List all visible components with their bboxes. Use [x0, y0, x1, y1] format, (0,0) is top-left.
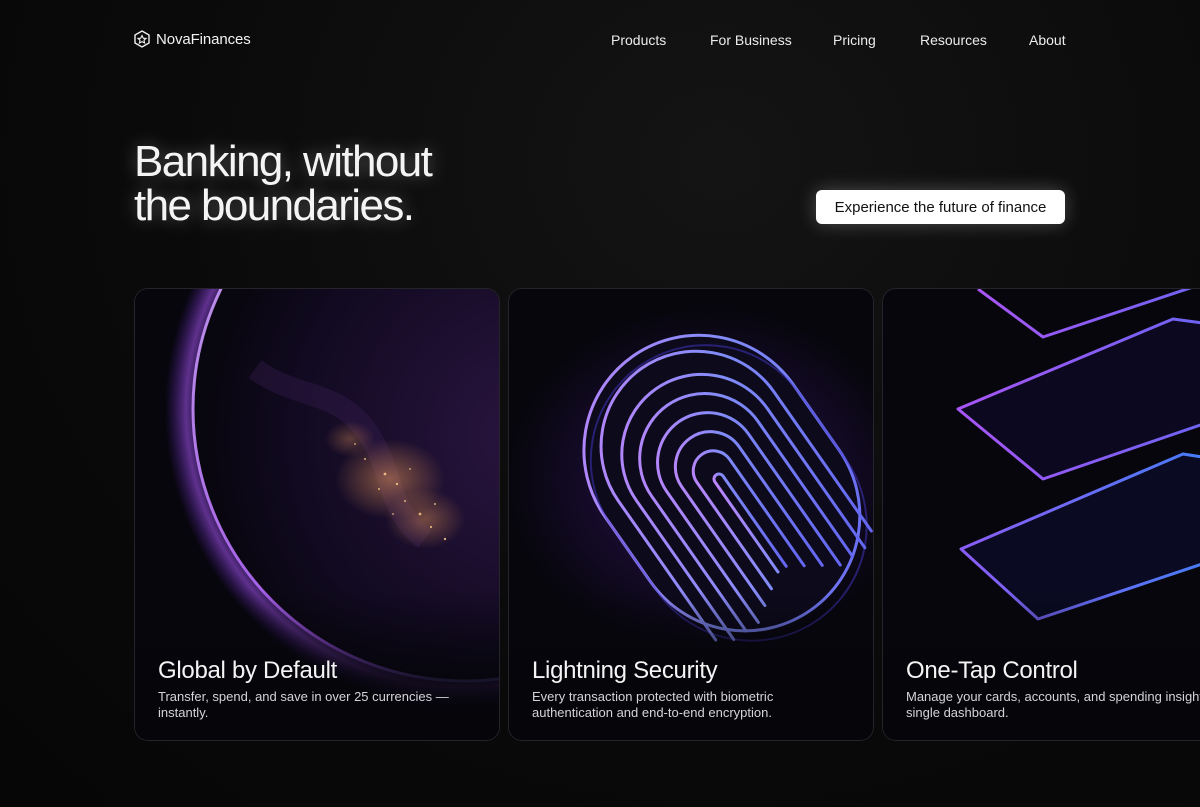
card-title: Global by Default: [158, 657, 338, 684]
nav-item-for-business[interactable]: For Business: [710, 32, 792, 48]
cta-button[interactable]: Experience the future of finance: [816, 190, 1065, 224]
card-description: Every transaction protected with biometr…: [532, 689, 774, 720]
feature-card-control[interactable]: One-Tap Control Manage your cards, accou…: [882, 288, 1200, 741]
hero-title-line-1: Banking, without: [134, 137, 433, 186]
card-title: One-Tap Control: [906, 657, 1078, 684]
nav-item-about[interactable]: About: [1029, 32, 1066, 48]
card-description: Transfer, spend, and save in over 25 cur…: [158, 689, 449, 720]
hero-title: Banking, without the boundaries.: [134, 137, 433, 230]
feature-card-global[interactable]: Global by Default Transfer, spend, and s…: [134, 288, 500, 741]
hero-title-line-2: the boundaries.: [134, 181, 415, 230]
nav-links: Products For Business Pricing Resources …: [0, 32, 1200, 52]
nav-item-resources[interactable]: Resources: [920, 32, 987, 48]
card-title: Lightning Security: [532, 657, 718, 684]
card-description: Manage your cards, accounts, and spendin…: [906, 689, 1200, 720]
nav-item-products[interactable]: Products: [611, 32, 666, 48]
nav-item-pricing[interactable]: Pricing: [833, 32, 876, 48]
top-nav: NovaFinances Products For Business Prici…: [0, 0, 1200, 82]
feature-card-security[interactable]: Lightning Security Every transaction pro…: [508, 288, 874, 741]
